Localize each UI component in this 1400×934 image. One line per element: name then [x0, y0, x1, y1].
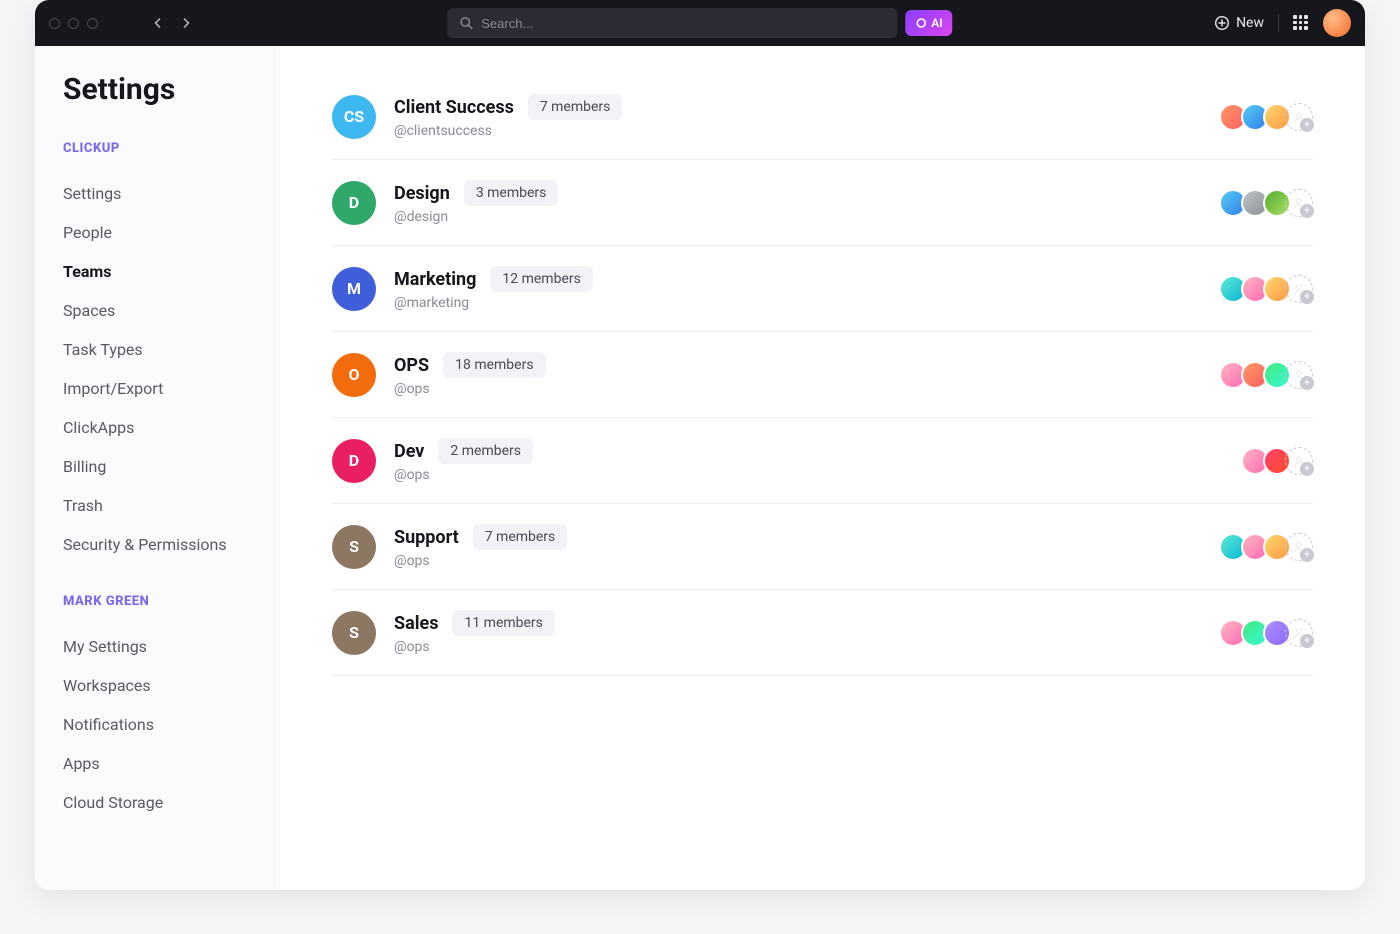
team-avatar: D: [332, 439, 376, 483]
team-handle: @ops: [394, 381, 546, 397]
window-controls: [49, 18, 98, 29]
sidebar-item-security-permissions[interactable]: Security & Permissions: [63, 525, 251, 564]
team-handle: @ops: [394, 467, 533, 483]
sidebar-item-cloud-storage[interactable]: Cloud Storage: [63, 783, 251, 822]
team-row[interactable]: D Design 3 members @design: [332, 160, 1313, 246]
sidebar-item-notifications[interactable]: Notifications: [63, 705, 251, 744]
add-member-button[interactable]: [1285, 619, 1313, 647]
team-info: Support 7 members @ops: [394, 524, 567, 569]
member-count-badge: 3 members: [464, 180, 559, 206]
add-member-button[interactable]: [1285, 533, 1313, 561]
member-count-badge: 2 members: [438, 438, 533, 464]
team-row[interactable]: D Dev 2 members @ops: [332, 418, 1313, 504]
member-avatars: [1219, 189, 1313, 217]
ai-button[interactable]: AI: [905, 10, 952, 36]
sidebar-item-task-types[interactable]: Task Types: [63, 330, 251, 369]
team-name: Marketing: [394, 269, 476, 290]
add-member-button[interactable]: [1285, 275, 1313, 303]
sidebar-item-people[interactable]: People: [63, 213, 251, 252]
team-handle: @clientsuccess: [394, 123, 622, 139]
user-avatar[interactable]: [1323, 9, 1351, 37]
sidebar-section-label: CLICKUP: [63, 141, 251, 156]
team-avatar: O: [332, 353, 376, 397]
add-member-button[interactable]: [1285, 447, 1313, 475]
member-avatars: [1241, 447, 1313, 475]
member-avatars: [1219, 619, 1313, 647]
sidebar-item-my-settings[interactable]: My Settings: [63, 627, 251, 666]
team-info: Dev 2 members @ops: [394, 438, 533, 483]
member-count-badge: 7 members: [528, 94, 623, 120]
team-handle: @design: [394, 209, 558, 225]
teams-list: CS Client Success 7 members @clientsuccess D…: [280, 46, 1365, 890]
sidebar-item-settings[interactable]: Settings: [63, 174, 251, 213]
sidebar-item-workspaces[interactable]: Workspaces: [63, 666, 251, 705]
member-avatars: [1219, 361, 1313, 389]
sidebar-item-import-export[interactable]: Import/Export: [63, 369, 251, 408]
close-window-icon[interactable]: [49, 18, 60, 29]
member-avatars: [1219, 533, 1313, 561]
team-avatar: D: [332, 181, 376, 225]
settings-sidebar: Settings CLICKUPSettingsPeopleTeamsSpace…: [35, 46, 280, 890]
ai-label: AI: [931, 16, 942, 30]
team-name: Design: [394, 183, 450, 204]
member-count-badge: 12 members: [490, 266, 592, 292]
plus-circle-icon: [1214, 15, 1230, 31]
team-avatar: CS: [332, 95, 376, 139]
team-info: Marketing 12 members @marketing: [394, 266, 593, 311]
minimize-window-icon[interactable]: [68, 18, 79, 29]
sidebar-section-label: MARK GREEN: [63, 594, 251, 609]
team-row[interactable]: M Marketing 12 members @marketing: [332, 246, 1313, 332]
history-nav: [146, 11, 198, 35]
separator: [1278, 14, 1279, 32]
add-member-button[interactable]: [1285, 361, 1313, 389]
team-info: OPS 18 members @ops: [394, 352, 546, 397]
sidebar-item-billing[interactable]: Billing: [63, 447, 251, 486]
new-button[interactable]: New: [1214, 15, 1264, 31]
search-input[interactable]: [481, 16, 885, 31]
global-search[interactable]: [447, 8, 897, 38]
team-name: Dev: [394, 441, 424, 462]
member-avatars: [1219, 103, 1313, 131]
sparkle-icon: [915, 17, 927, 29]
team-name: Client Success: [394, 97, 514, 118]
maximize-window-icon[interactable]: [87, 18, 98, 29]
apps-grid-button[interactable]: [1293, 15, 1309, 31]
team-row[interactable]: O OPS 18 members @ops: [332, 332, 1313, 418]
team-handle: @marketing: [394, 295, 593, 311]
member-avatars: [1219, 275, 1313, 303]
back-button[interactable]: [146, 11, 170, 35]
app-window: AI New Settings CLICKUPSettingsPeopleTea…: [35, 0, 1365, 890]
team-handle: @ops: [394, 639, 555, 655]
team-row[interactable]: S Support 7 members @ops: [332, 504, 1313, 590]
sidebar-item-clickapps[interactable]: ClickApps: [63, 408, 251, 447]
sidebar-item-trash[interactable]: Trash: [63, 486, 251, 525]
page-title: Settings: [63, 72, 251, 107]
team-row[interactable]: CS Client Success 7 members @clientsuccess: [332, 94, 1313, 160]
add-member-button[interactable]: [1285, 189, 1313, 217]
team-row[interactable]: S Sales 11 members @ops: [332, 590, 1313, 676]
team-name: OPS: [394, 355, 429, 376]
team-info: Sales 11 members @ops: [394, 610, 555, 655]
team-avatar: M: [332, 267, 376, 311]
search-icon: [459, 16, 473, 30]
member-count-badge: 11 members: [452, 610, 554, 636]
forward-button[interactable]: [174, 11, 198, 35]
chevron-right-icon: [180, 17, 192, 29]
sidebar-item-teams[interactable]: Teams: [63, 252, 251, 291]
team-name: Sales: [394, 613, 438, 634]
member-count-badge: 18 members: [443, 352, 545, 378]
team-avatar: S: [332, 611, 376, 655]
sidebar-item-spaces[interactable]: Spaces: [63, 291, 251, 330]
team-info: Design 3 members @design: [394, 180, 558, 225]
team-name: Support: [394, 527, 459, 548]
team-avatar: S: [332, 525, 376, 569]
sidebar-item-apps[interactable]: Apps: [63, 744, 251, 783]
add-member-button[interactable]: [1285, 103, 1313, 131]
titlebar: AI New: [35, 0, 1365, 46]
member-count-badge: 7 members: [473, 524, 568, 550]
new-label: New: [1236, 15, 1264, 31]
team-handle: @ops: [394, 553, 567, 569]
team-info: Client Success 7 members @clientsuccess: [394, 94, 622, 139]
chevron-left-icon: [152, 17, 164, 29]
